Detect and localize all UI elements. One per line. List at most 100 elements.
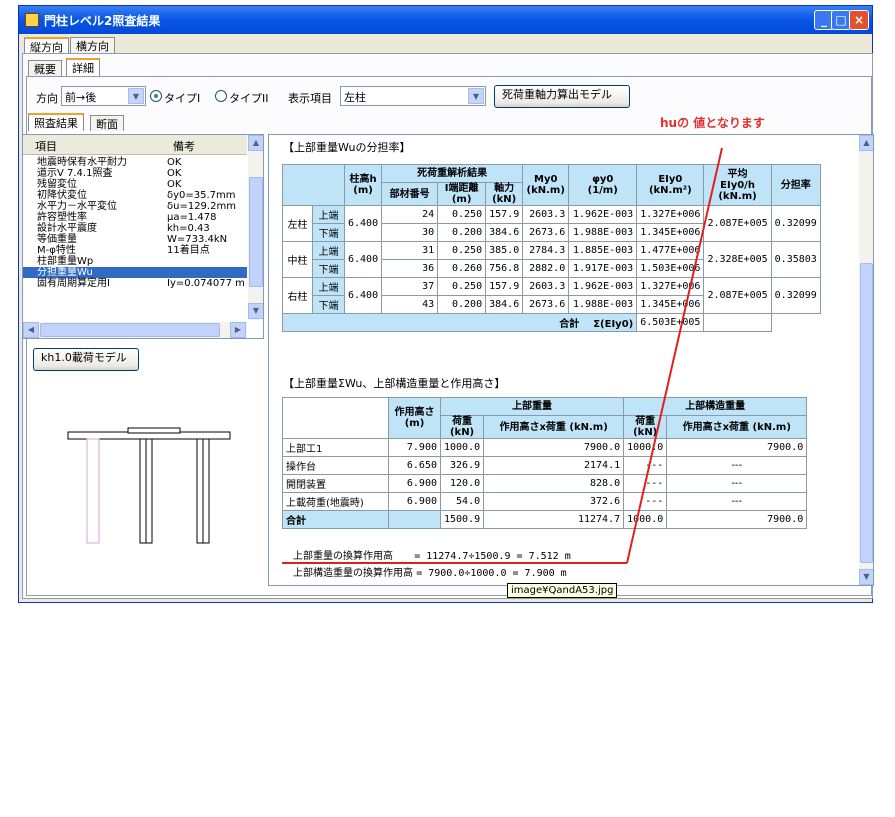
load2: 1000.0 — [623, 438, 668, 457]
table-row: 上部工1 7.900 1000.0 7900.0 1000.0 7900.0 — [282, 438, 808, 457]
formula2-label: 上部構造重量の換算作用高 — [293, 568, 413, 579]
height-x-load2: 7900.0 — [666, 438, 808, 457]
header-item: 項目 — [35, 140, 57, 153]
axial-force: 384.6 — [485, 223, 524, 242]
formula-upper-weight: 上部重量の換算作用高 = 11274.7÷1500.9 = 7.512 m — [293, 547, 571, 562]
chevron-down-icon[interactable]: ▼ — [859, 569, 873, 585]
formula1-value: = 11274.7÷1500.9 = 7.512 m — [414, 551, 571, 562]
content-scroll-thumb[interactable] — [860, 263, 873, 563]
tab-detail[interactable]: 詳細 — [66, 58, 100, 76]
axial-force: 157.9 — [485, 205, 524, 224]
header-height-x-load: 作用高さx荷重 (kN.m) — [483, 415, 625, 439]
display-item-select[interactable]: 左柱 ▼ — [340, 86, 486, 106]
ei-y0: 1.345E+006 — [636, 295, 705, 314]
phi-y0: 1.988E-003 — [568, 223, 638, 242]
header-height-x-load2: 作用高さx荷重 (kN.m) — [666, 415, 808, 439]
list-item-label: 地震時保有水平耐力 — [37, 157, 127, 168]
ei-y0: 1.327E+006 — [636, 277, 705, 296]
header-upper-weight: 上部重量 — [439, 397, 625, 416]
radio-type1[interactable] — [150, 90, 162, 102]
list-item-note: kh=0.43 — [167, 223, 210, 234]
member-number: 43 — [381, 295, 439, 314]
list-item-note: δu=129.2mm — [167, 201, 236, 212]
list-item[interactable]: 設計水平震度 kh=0.43 — [23, 223, 247, 234]
kh-load-model-button[interactable]: kh1.0載荷モデル — [33, 348, 139, 371]
column-height: 6.400 — [343, 205, 383, 242]
column-name: 中柱 — [282, 241, 313, 278]
item-list[interactable]: 項目 備考 地震時保有水平耐力 OK 道示V 7.4.1照査 OK 残留変位 OK 初降伏変… — [22, 134, 264, 339]
header-my0: My0 (kN.m) — [522, 164, 570, 206]
share-ratio-table: 柱高h (m) 死荷重解析結果 My0 (kN.m) φy0 (1/m) EIy… — [281, 164, 821, 332]
list-item[interactable]: M-φ特性 11着目点 — [23, 245, 247, 256]
load: 1000.0 — [439, 438, 485, 457]
list-item[interactable]: 柱部重量Wp — [23, 256, 247, 267]
table-row: 開閉装置 6.900 120.0 828.0 --- --- — [282, 474, 808, 493]
ei-y0: 1.327E+006 — [636, 205, 705, 224]
row-name: 開閉装置 — [282, 474, 389, 493]
list-item[interactable]: 等価重量 W=733.4kN — [23, 234, 247, 245]
chevron-left-icon[interactable]: ◀ — [23, 322, 39, 338]
list-vertical-scrollbar[interactable]: ▲ ▼ — [248, 135, 263, 320]
chevron-right-icon[interactable]: ▶ — [230, 322, 246, 338]
list-item[interactable]: 許容塑性率 μa=1.478 — [23, 212, 247, 223]
list-item[interactable]: 水平力－水平変位 δu=129.2mm — [23, 201, 247, 212]
header-axial: 軸力 (kN) — [485, 182, 524, 206]
list-item[interactable]: 固有周期算定用I Iy=0.074077 m — [23, 278, 247, 289]
title-bar[interactable]: 門柱レベル2照査結果 _ □ × — [19, 6, 872, 34]
load: 1500.9 — [439, 510, 485, 529]
list-item-label: 水平力－水平変位 — [37, 201, 117, 212]
height-x-load: 372.6 — [483, 492, 625, 511]
avg-ei: 2.087E+005 — [703, 277, 772, 314]
header-load: 荷重 (kN) — [439, 415, 485, 439]
member-number: 37 — [381, 277, 439, 296]
formula2-value: = 7900.0÷1000.0 = 7.900 m — [416, 568, 567, 579]
chevron-down-icon[interactable]: ▼ — [248, 303, 263, 319]
load: 54.0 — [439, 492, 485, 511]
header-member: 部材番号 — [381, 182, 439, 206]
chevron-up-icon[interactable]: ▲ — [859, 135, 873, 151]
radio-type2-label: タイプII — [229, 92, 269, 105]
maximize-button[interactable]: □ — [831, 10, 851, 30]
radio-type2[interactable] — [215, 90, 227, 102]
action-height: 7.900 — [388, 438, 441, 457]
list-item[interactable]: 初降伏変位 δy0=35.7mm — [23, 190, 247, 201]
display-item-value: 左柱 — [344, 91, 366, 104]
chevron-up-icon[interactable]: ▲ — [248, 135, 263, 151]
direction-select[interactable]: 前→後 ▼ — [61, 86, 146, 106]
header-avg: 平均 EIy0/h (kN.m) — [703, 164, 772, 206]
list-item-note: OK — [167, 179, 182, 190]
list-horizontal-scrollbar[interactable]: ◀ ▶ — [23, 322, 247, 338]
close-button[interactable]: × — [849, 10, 869, 30]
table-row: 合計 1500.9 11274.7 1000.0 7900.0 — [282, 510, 808, 529]
total-label: 合計 — [559, 319, 580, 330]
share-ratio: 0.32099 — [770, 277, 821, 314]
height-x-load2: --- — [666, 456, 808, 475]
section2-title: 【上部重量ΣWu、上部構造重量と作用高さ】 — [283, 377, 506, 390]
list-header: 項目 備考 — [23, 135, 247, 155]
my0: 2673.6 — [522, 295, 570, 314]
chevron-down-icon[interactable]: ▼ — [468, 88, 484, 104]
dead-load-model-button[interactable]: 死荷重軸力算出モデル — [494, 85, 630, 108]
list-item-label: 固有周期算定用I — [37, 278, 110, 289]
header-ei: EIy0 (kN.m²) — [636, 164, 705, 206]
list-item-label: 初降伏変位 — [37, 190, 87, 201]
avg-ei: 2.087E+005 — [703, 205, 772, 242]
share-ratio: 0.35803 — [770, 241, 821, 278]
member-number: 30 — [381, 223, 439, 242]
list-item[interactable]: 道示V 7.4.1照査 OK — [23, 168, 247, 179]
table-row: 中柱 上端 6.400 31 0.250 385.0 2784.3 1.885E-003 1.4… — [282, 241, 821, 278]
scroll-thumb[interactable] — [249, 177, 263, 287]
content-vertical-scrollbar[interactable]: ▲ ▼ — [859, 135, 873, 585]
my0: 2673.6 — [522, 223, 570, 242]
list-item[interactable]: 残留変位 OK — [23, 179, 247, 190]
height-x-load2: --- — [666, 474, 808, 493]
image-tooltip: image¥QandA53.jpg — [507, 583, 618, 598]
tab-check-results[interactable]: 照査結果 — [28, 113, 84, 131]
list-item[interactable]: 分担重量Wu — [23, 267, 247, 278]
chevron-down-icon[interactable]: ▼ — [128, 88, 144, 104]
list-item-note: OK — [167, 157, 182, 168]
list-item[interactable]: 地震時保有水平耐力 OK — [23, 157, 247, 168]
hscroll-thumb[interactable] — [40, 323, 220, 337]
load2: --- — [623, 492, 668, 511]
axial-force: 385.0 — [485, 241, 524, 260]
